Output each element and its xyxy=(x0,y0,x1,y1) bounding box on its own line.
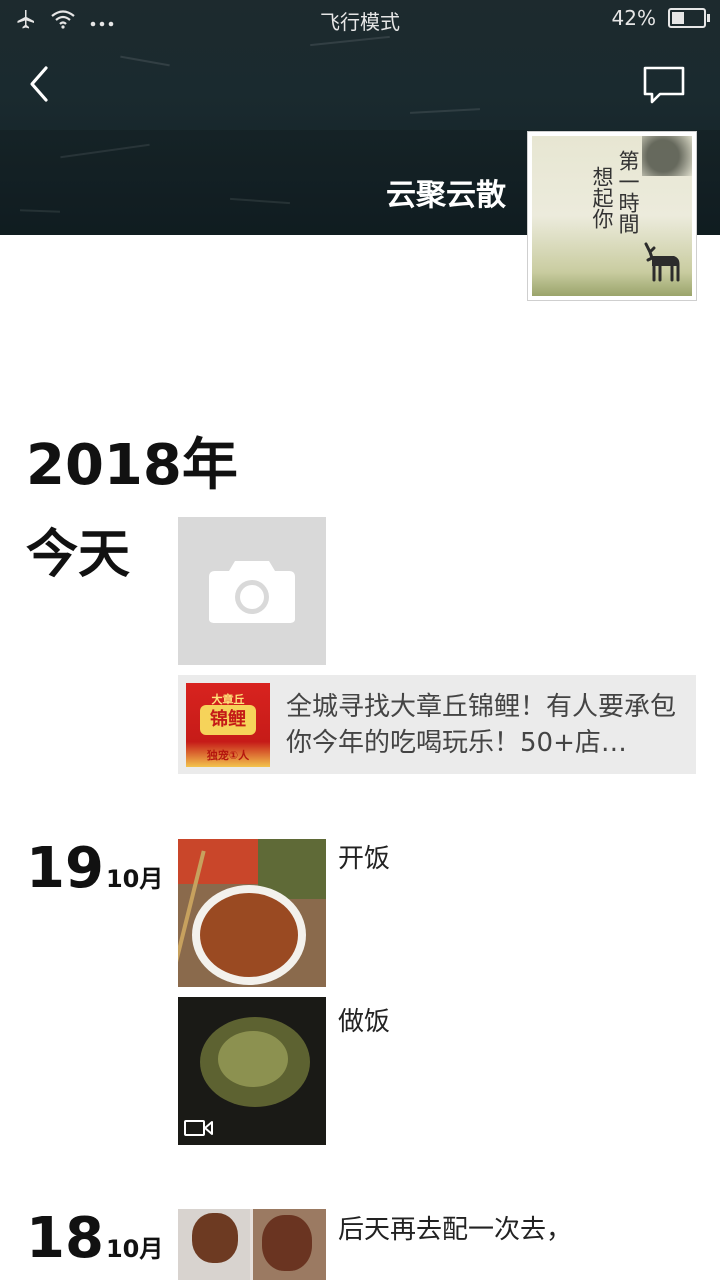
battery-percent: 42% xyxy=(611,6,656,30)
ad-thumbnail: 大章丘 锦鲤 独宠①人 xyxy=(186,683,270,767)
date-label-19: 1910月 xyxy=(26,836,163,901)
post-text-zuofan[interactable]: 做饭 xyxy=(338,1001,390,1038)
avatar-text-2: 想起你 xyxy=(590,166,614,229)
back-button[interactable] xyxy=(22,62,62,106)
post-text-dogs[interactable]: 后天再去配一次去， xyxy=(338,1209,572,1246)
message-icon xyxy=(643,66,685,104)
today-label: 今天 xyxy=(26,525,131,585)
avatar-text-1: 第一時間 xyxy=(616,150,640,234)
ad-text: 全城寻找大章丘锦鲤！有人要承包你今年的吃喝玩乐！50+店… xyxy=(286,692,677,758)
month-label: 10月 xyxy=(105,1235,164,1263)
post-photo-kaifan[interactable] xyxy=(178,839,326,987)
video-icon xyxy=(184,1120,213,1136)
ad-post[interactable]: 大章丘 锦鲤 独宠①人 全城寻找大章丘锦鲤！有人要承包你今年的吃喝玩乐！50+店… xyxy=(178,675,696,774)
day-number: 18 xyxy=(26,1206,104,1271)
ad-thumb-main: 锦鲤 xyxy=(200,705,256,735)
year-heading: 2018年 xyxy=(26,433,238,498)
date-label-18: 1810月 xyxy=(26,1206,163,1271)
messages-button[interactable] xyxy=(640,64,688,106)
back-arrow-icon xyxy=(30,66,48,102)
battery-icon xyxy=(668,8,710,28)
deer-silhouette xyxy=(644,242,680,282)
ad-thumb-bottom: 独宠①人 xyxy=(206,749,250,762)
day-number: 19 xyxy=(26,836,104,901)
status-bar: 飞行模式 42% xyxy=(0,0,720,38)
post-text-kaifan[interactable]: 开饭 xyxy=(338,838,390,875)
battery-status: 42% xyxy=(611,6,710,30)
profile-avatar[interactable]: 第一時間 想起你 xyxy=(528,132,696,300)
post-photo-dogs[interactable] xyxy=(178,1209,326,1280)
profile-username: 云聚云散 xyxy=(386,178,506,213)
post-video-zuofan[interactable] xyxy=(178,997,326,1145)
camera-icon xyxy=(209,561,295,623)
month-label: 10月 xyxy=(105,865,164,893)
new-post-camera-button[interactable] xyxy=(178,517,326,665)
